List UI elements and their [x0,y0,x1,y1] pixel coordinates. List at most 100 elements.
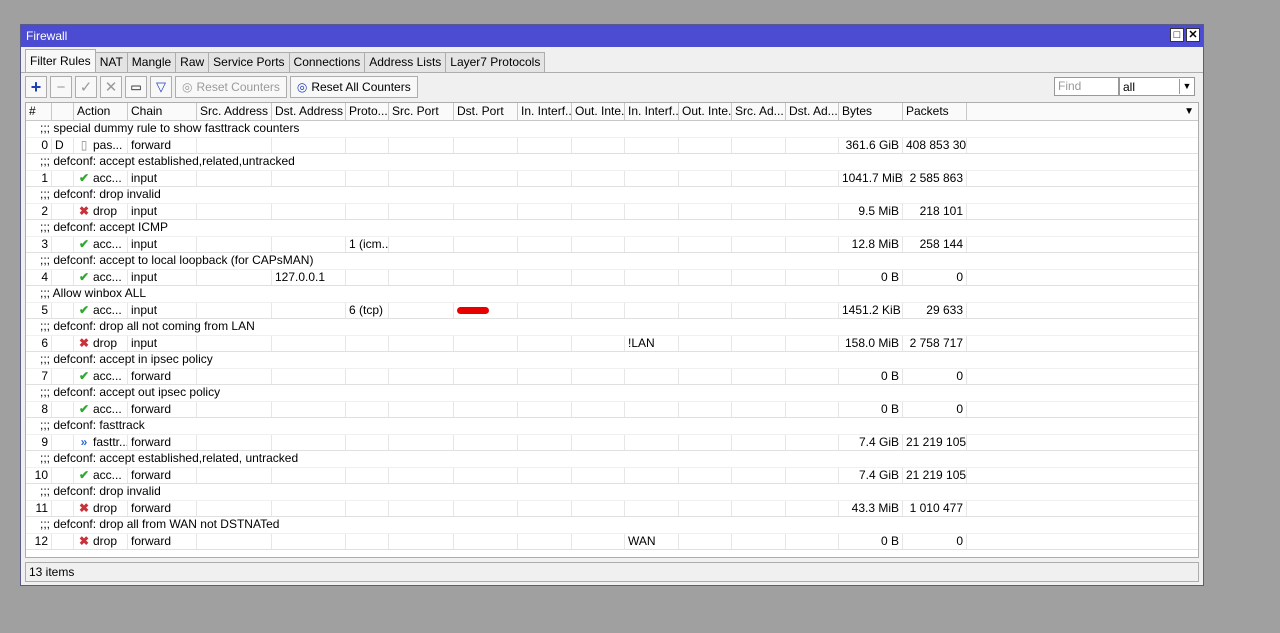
redaction-mark [457,306,489,314]
column-header[interactable]: Dst. Ad... [786,103,839,120]
column-header[interactable]: In. Interf... [518,103,572,120]
column-header[interactable]: Out. Inte... [679,103,732,120]
window-titlebar[interactable]: Firewall □ ✕ [21,25,1203,47]
rule-dst-address [272,500,346,516]
rule-dst-address-list [786,269,839,285]
rule-src-address-list [732,467,786,483]
rule-in-interface-list: !LAN [625,335,679,351]
reset-all-counters-button[interactable]: ◎ Reset All Counters [289,76,418,98]
comment-button[interactable]: ▭ [125,76,147,98]
filter-button[interactable]: ▽ [150,76,172,98]
column-header[interactable]: In. Interf... [625,103,679,120]
rule-action-label: acc... [93,170,122,185]
rule-packets: 258 144 [903,236,967,252]
column-header[interactable]: Src. Port [389,103,454,120]
table-row[interactable]: 0 D ▯ pas... forward 361.6 GiB 408 853 304 [26,137,1198,154]
table-row[interactable]: 8 ✔ acc... forward 0 B0 [26,401,1198,418]
rule-bytes: 361.6 GiB [839,137,903,153]
rule-comment[interactable]: ;;; defconf: drop all from WAN not DSTNA… [26,517,1198,534]
rule-comment[interactable]: ;;; defconf: fasttrack [26,418,1198,435]
rule-flag [52,203,74,219]
rule-out-interface-list [679,170,732,186]
column-header[interactable]: Out. Inte... [572,103,625,120]
rule-flag [52,467,74,483]
rule-packets: 408 853 304 [903,137,967,153]
disable-button[interactable]: ✕ [100,76,122,98]
rule-out-interface [572,236,625,252]
rule-comment[interactable]: ;;; defconf: drop invalid [26,187,1198,204]
tab-connections[interactable]: Connections [288,52,366,72]
table-row[interactable]: 10 ✔ acc... forward 7.4 GiB 21 219 105 [26,467,1198,484]
column-header[interactable]: # [26,103,52,120]
rule-comment[interactable]: ;;; defconf: accept established,related,… [26,154,1198,171]
enable-button[interactable]: ✓ [75,76,97,98]
rule-comment[interactable]: ;;; defconf: drop all not coming from LA… [26,319,1198,336]
rule-src-address [197,533,272,549]
table-row[interactable]: 4 ✔ acc... input 127.0.0.1 0 B0 [26,269,1198,286]
table-row[interactable]: 3 ✔ acc... input 1 (icm... 12.8 MiB 258 144 [26,236,1198,253]
rule-in-interface-list: WAN [625,533,679,549]
rules-table: # Action Chain Src. Address Dst. Address Prot… [25,102,1199,558]
table-row[interactable]: 11 ✖ drop forward 43.3 MiB 1 010 477 [26,500,1198,517]
rule-comment[interactable]: ;;; defconf: accept out ipsec policy [26,385,1198,402]
column-menu-icon[interactable]: ▼ [1184,106,1194,117]
rule-protocol [346,335,389,351]
maximize-button[interactable]: □ [1170,28,1184,42]
table-row[interactable]: 7 ✔ acc... forward 0 B0 [26,368,1198,385]
close-button[interactable]: ✕ [1186,28,1200,42]
rule-protocol: 6 (tcp) [346,302,389,318]
column-header[interactable]: Chain [128,103,197,120]
rule-action-label: drop [93,533,118,548]
table-row[interactable]: 12 ✖ drop forward WAN 0 B0 [26,533,1198,550]
tab-service-ports[interactable]: Service Ports [208,52,290,72]
remove-button[interactable]: − [50,76,72,98]
column-header[interactable]: Src. Ad... [732,103,786,120]
rule-src-address [197,302,272,318]
column-header[interactable] [52,103,74,120]
rule-dst-port [454,401,518,417]
tab-nat[interactable]: NAT [94,52,128,72]
column-header[interactable]: Src. Address [197,103,272,120]
rule-dst-port [454,203,518,219]
filter-select[interactable]: all ▼ [1119,77,1195,96]
rule-out-interface-list [679,467,732,483]
column-header[interactable]: Action [74,103,128,120]
table-row[interactable]: 9 » fasttr... forward 7.4 GiB 21 219 105 [26,434,1198,451]
table-row[interactable]: 6 ✖ drop input !LAN 158.0 MiB 2 758 717 [26,335,1198,352]
rule-src-port [389,170,454,186]
column-header[interactable]: Dst. Port [454,103,518,120]
table-row[interactable]: 1 ✔ acc... input 1041.7 MiB 2 585 863 [26,170,1198,187]
rule-comment[interactable]: ;;; defconf: drop invalid [26,484,1198,501]
rule-comment[interactable]: ;;; special dummy rule to show fasttrack… [26,121,1198,138]
tab-raw[interactable]: Raw [175,52,210,72]
column-header[interactable]: Packets [903,103,967,120]
find-input[interactable]: Find [1054,77,1119,96]
rule-dst-address-list [786,236,839,252]
rule-src-address [197,170,272,186]
reset-counters-button[interactable]: ◎ Reset Counters [175,76,287,98]
rule-comment[interactable]: ;;; Allow winbox ALL [26,286,1198,303]
rule-comment[interactable]: ;;; defconf: accept ICMP [26,220,1198,237]
rule-flag [52,401,74,417]
rule-comment[interactable]: ;;; defconf: accept to local loopback (f… [26,253,1198,270]
column-header[interactable]: Dst. Address [272,103,346,120]
tab-layer7-protocols[interactable]: Layer7 Protocols [445,52,546,72]
table-row[interactable]: 5 ✔ acc... input 6 (tcp) 1451.2 KiB 29 633 [26,302,1198,319]
rule-src-address [197,203,272,219]
tab-bar: Filter Rules NAT Mangle Raw Service Ports Con… [21,49,1203,72]
tab-mangle[interactable]: Mangle [126,52,177,72]
tab-filter-rules[interactable]: Filter Rules [25,49,96,72]
rule-comment[interactable]: ;;; defconf: accept established,related,… [26,451,1198,468]
rule-action: ✖ drop [74,533,128,549]
add-button[interactable]: + [25,76,47,98]
column-header[interactable]: Bytes [839,103,903,120]
rule-chain: forward [128,137,197,153]
firewall-window: Firewall □ ✕ Filter Rules NAT Mangle Raw Ser… [20,24,1204,586]
plus-icon: + [30,76,42,97]
table-row[interactable]: 2 ✖ drop input 9.5 MiB 218 101 [26,203,1198,220]
rule-comment[interactable]: ;;; defconf: accept in ipsec policy [26,352,1198,369]
rule-flag [52,236,74,252]
column-header[interactable]: Proto... [346,103,389,120]
rule-out-interface-list [679,269,732,285]
tab-address-lists[interactable]: Address Lists [364,52,447,72]
